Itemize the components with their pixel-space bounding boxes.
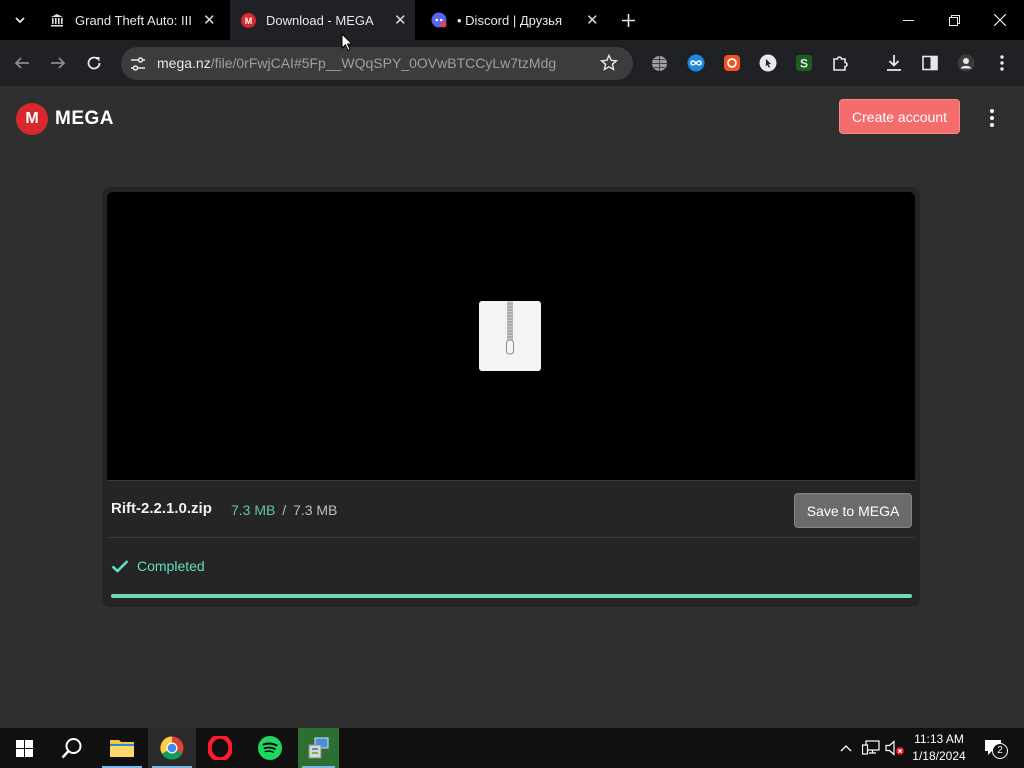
svg-text:M: M — [244, 16, 252, 26]
taskbar-control-panel[interactable] — [298, 728, 339, 768]
opera-icon — [208, 736, 232, 760]
forward-button[interactable] — [47, 52, 69, 74]
taskbar-spotify[interactable] — [246, 728, 294, 768]
create-account-button[interactable]: Create account — [839, 99, 960, 134]
save-to-mega-button[interactable]: Save to MEGA — [794, 493, 912, 528]
chrome-icon — [160, 736, 184, 760]
file-size: 7.3 MB / 7.3 MB — [231, 502, 337, 518]
reload-icon — [87, 56, 101, 70]
close-icon — [994, 14, 1006, 26]
progress-fill — [111, 594, 912, 598]
tab-title: Download - MEGA — [266, 12, 374, 28]
downloaded-size: 7.3 MB — [231, 502, 276, 518]
tab-gta3[interactable]: Grand Theft Auto: III (R ✕ — [40, 0, 225, 40]
volume-muted-icon — [885, 740, 904, 756]
restore-button[interactable] — [931, 0, 977, 40]
plus-icon — [621, 13, 635, 27]
profile-avatar-icon[interactable] — [955, 52, 977, 74]
file-preview-area — [107, 192, 915, 480]
show-hidden-icons-button[interactable] — [836, 728, 856, 768]
discord-icon — [431, 12, 447, 28]
file-name: Rift-2.2.1.0.zip — [111, 500, 212, 517]
address-bar[interactable]: mega.nz/file/0rFwjCAI#5Fp__WQqSPY_0OVwBT… — [121, 47, 633, 80]
chevron-up-icon — [840, 745, 852, 752]
minimize-icon — [902, 19, 914, 21]
download-progress-bar — [111, 594, 912, 598]
mega-logo-text: MEGA — [55, 108, 114, 129]
size-separator: / — [282, 502, 287, 518]
mega-icon: M — [240, 12, 256, 28]
file-download-card: Rift-2.2.1.0.zip 7.3 MB / 7.3 MB Save to… — [102, 187, 920, 607]
url-path: /file/0rFwjCAI#5Fp__WQqSPY_0OVwBTCCyLw7t… — [210, 55, 557, 71]
windows-taskbar: 11:13 AM 1/18/2024 2 — [0, 728, 1024, 768]
action-center-button[interactable]: 2 — [978, 728, 1010, 768]
downloads-icon[interactable] — [883, 52, 905, 74]
start-button[interactable] — [0, 728, 48, 768]
browser-tab-strip: Grand Theft Auto: III (R ✕ M Download - … — [0, 0, 1024, 40]
close-window-button[interactable] — [977, 0, 1023, 40]
arrow-right-icon — [51, 57, 66, 69]
status-label: Completed — [137, 558, 205, 574]
arrow-left-icon — [14, 57, 29, 69]
system-clock[interactable]: 11:13 AM 1/18/2024 — [906, 731, 972, 765]
museum-icon — [49, 12, 65, 28]
zip-file-icon — [479, 301, 541, 371]
network-tray-button[interactable] — [860, 728, 882, 768]
divider — [107, 480, 915, 481]
close-tab-icon[interactable]: ✕ — [394, 11, 407, 29]
page-menu-icon[interactable] — [984, 106, 1000, 130]
back-button[interactable] — [11, 52, 33, 74]
folder-icon — [110, 740, 134, 757]
zipper-graphic — [506, 301, 514, 355]
tab-title: • Discord | Друзья — [457, 12, 562, 28]
taskbar-opera[interactable] — [196, 728, 244, 768]
browser-menu-icon[interactable] — [991, 52, 1013, 74]
tab-search-dropdown[interactable] — [0, 0, 40, 40]
side-panel-icon[interactable] — [919, 52, 941, 74]
close-tab-icon[interactable]: ✕ — [586, 11, 599, 29]
mouse-cursor-icon — [341, 33, 353, 52]
extension-s-icon[interactable]: S — [793, 52, 815, 74]
new-tab-button[interactable] — [608, 0, 648, 40]
site-info-icon[interactable] — [130, 56, 146, 77]
control-panel-icon — [308, 737, 328, 759]
restore-icon — [948, 14, 960, 26]
chevron-down-icon — [15, 17, 25, 24]
tab-discord[interactable]: • Discord | Друзья ✕ — [420, 0, 605, 40]
download-status: Completed — [111, 558, 205, 574]
windows-logo-icon — [15, 739, 33, 757]
taskbar-file-explorer[interactable] — [98, 728, 146, 768]
bookmark-star-icon[interactable] — [599, 53, 619, 77]
url-text: mega.nz/file/0rFwjCAI#5Fp__WQqSPY_0OVwBT… — [157, 55, 557, 71]
taskbar-chrome[interactable] — [148, 728, 196, 768]
mega-logo-mark: M — [16, 103, 48, 135]
clock-time: 11:13 AM — [914, 732, 964, 746]
extension-cursor-icon[interactable] — [757, 52, 779, 74]
clock-date: 1/18/2024 — [912, 749, 966, 763]
close-tab-icon[interactable]: ✕ — [203, 11, 216, 29]
network-icon — [862, 740, 880, 755]
reload-button[interactable] — [83, 52, 105, 74]
tab-title: Grand Theft Auto: III (R — [75, 12, 196, 28]
extension-infinity-icon[interactable] — [685, 52, 707, 74]
notification-count-badge: 2 — [992, 743, 1008, 759]
spotify-icon — [258, 736, 282, 760]
total-size: 7.3 MB — [293, 502, 338, 518]
tab-download-mega[interactable]: M Download - MEGA ✕ — [230, 0, 415, 40]
divider — [107, 537, 915, 538]
mega-logo[interactable]: M MEGA — [16, 103, 114, 135]
minimize-button[interactable] — [885, 0, 931, 40]
mega-page: M MEGA Create account Rift-2.2.1.0.zip 7… — [0, 86, 1024, 728]
taskbar-search-button[interactable] — [48, 728, 96, 768]
search-icon — [61, 738, 82, 759]
checkmark-icon — [111, 560, 129, 573]
extensions-puzzle-icon[interactable] — [829, 52, 851, 74]
extension-globe-icon[interactable] — [648, 52, 670, 74]
svg-text:S: S — [800, 57, 808, 71]
extension-record-icon[interactable] — [721, 52, 743, 74]
url-host: mega.nz — [157, 55, 211, 71]
volume-tray-button[interactable] — [884, 728, 906, 768]
